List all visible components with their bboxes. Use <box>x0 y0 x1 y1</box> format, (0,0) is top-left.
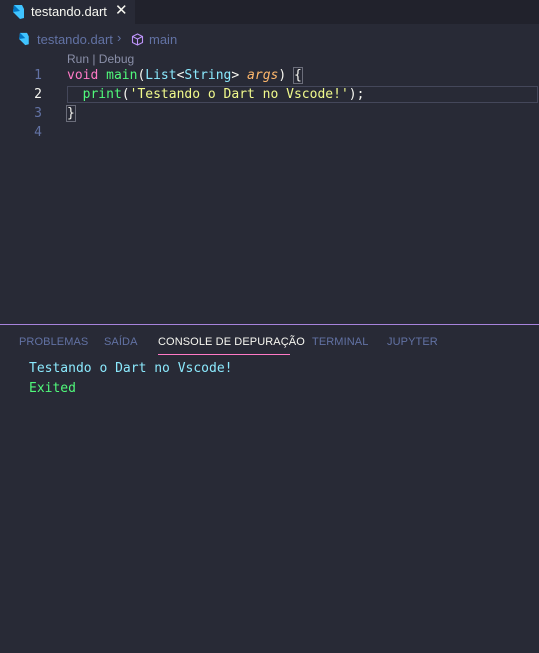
code-line: 3 } <box>0 105 539 124</box>
panel-tab-bar: PROBLEMAS SAÍDA CONSOLE DE DEPURAÇÃO TER… <box>0 332 539 356</box>
tab-terminal[interactable]: TERMINAL <box>312 336 368 348</box>
debug-console-exit: Exited <box>29 381 76 396</box>
tab-problemas[interactable]: PROBLEMAS <box>19 336 88 348</box>
editor-tab-bar: testando.dart ✕ <box>0 0 539 24</box>
dart-icon <box>13 5 24 19</box>
dart-icon <box>19 32 29 46</box>
breadcrumb-symbol[interactable]: main <box>149 32 177 47</box>
chevron-right-icon: › <box>117 30 122 45</box>
breadcrumb-file[interactable]: testando.dart <box>37 32 113 47</box>
code-line-current: 2 print('Testando o Dart no Vscode!'); <box>0 86 539 105</box>
code-line: 4 <box>0 124 539 143</box>
breadcrumb: testando.dart › main <box>0 29 539 49</box>
debug-console-output: Testando o Dart no Vscode! <box>29 361 233 376</box>
panel-divider[interactable] <box>0 324 539 325</box>
tab-console-de-depuracao[interactable]: CONSOLE DE DEPURAÇÃO <box>158 336 305 348</box>
close-icon[interactable]: ✕ <box>115 3 128 19</box>
editor-tab-testando-dart[interactable]: testando.dart ✕ <box>0 0 135 24</box>
method-cube-icon <box>131 33 144 46</box>
line-number: 4 <box>34 125 42 140</box>
line-number: 1 <box>34 68 42 83</box>
active-tab-underline <box>158 354 290 355</box>
line-number: 3 <box>34 106 42 121</box>
codelens-run-debug[interactable]: Run | Debug <box>67 52 134 66</box>
tab-saida[interactable]: SAÍDA <box>104 336 138 348</box>
line-number: 2 <box>34 87 42 102</box>
code-text: void main(List<String> args) { <box>67 67 303 84</box>
code-text: print('Testando o Dart no Vscode!'); <box>82 87 365 102</box>
tab-label: testando.dart <box>31 4 107 19</box>
tab-jupyter[interactable]: JUPYTER <box>387 336 438 348</box>
code-text: } <box>66 105 76 122</box>
code-line: 1 void main(List<String> args) { <box>0 67 539 86</box>
